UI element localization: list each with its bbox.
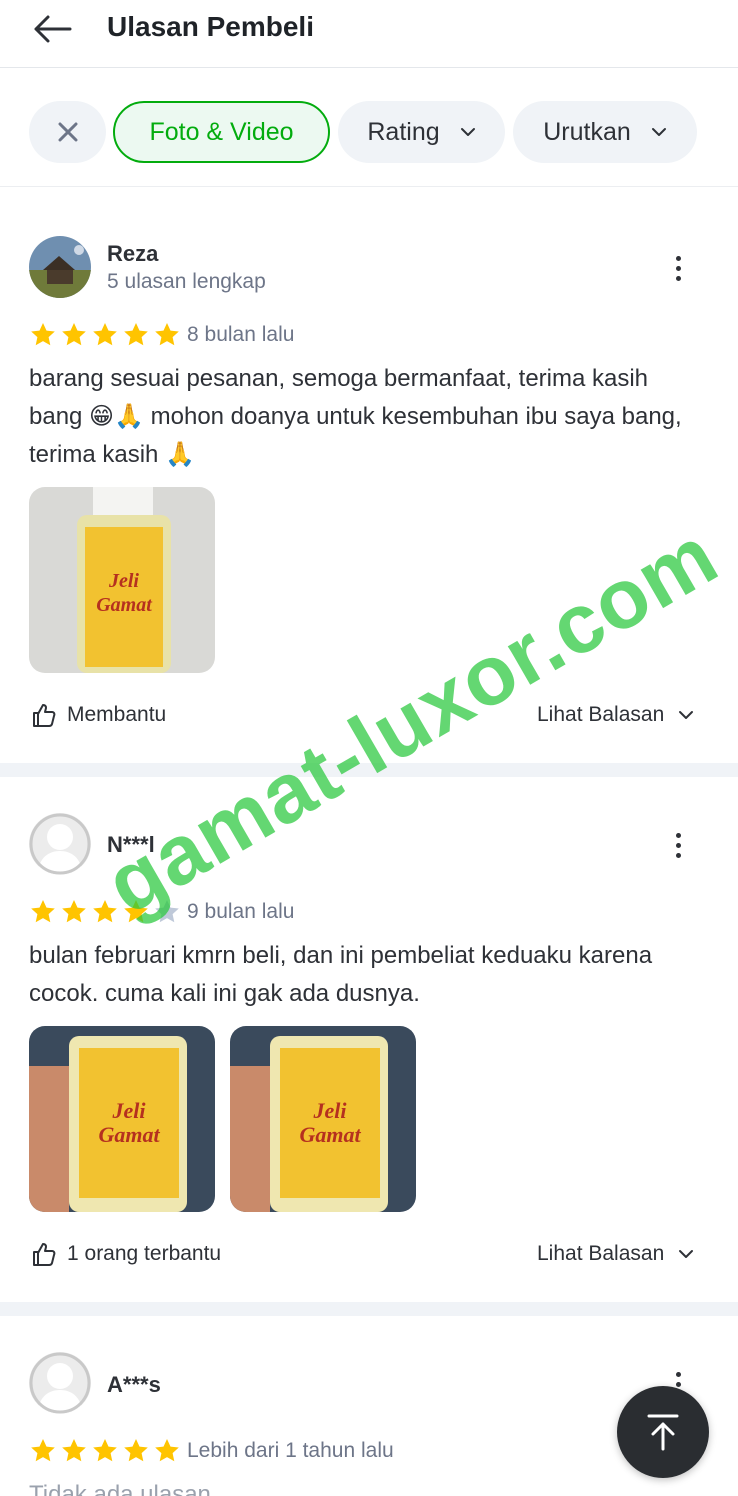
star-filled-icon: [124, 1439, 148, 1462]
review-text: bulan februari kmrn beli, dan ini pembel…: [29, 942, 653, 1007]
product-bottle-image: Jeli Gamat: [29, 487, 215, 673]
star-filled-icon: [31, 900, 55, 923]
star-filled-icon: [31, 323, 55, 346]
svg-text:Gamat: Gamat: [96, 594, 153, 616]
sort-label: Urutkan: [543, 117, 631, 146]
svg-text:Gamat: Gamat: [98, 1122, 160, 1147]
rating-filter-chip[interactable]: Rating: [338, 101, 505, 163]
close-icon: [58, 122, 77, 142]
top-app-bar: Ulasan Pembeli: [0, 0, 738, 68]
svg-text:Jeli: Jeli: [313, 1098, 348, 1123]
helpful-button[interactable]: Membantu: [31, 700, 166, 730]
review-time: Lebih dari 1 tahun lalu: [187, 1439, 394, 1462]
reviewer-name[interactable]: N***l: [107, 832, 155, 858]
avatar[interactable]: [29, 1352, 91, 1414]
star-filled-icon: [62, 1439, 86, 1462]
back-button[interactable]: [30, 10, 74, 48]
clear-filter-button[interactable]: [29, 101, 106, 163]
default-avatar-icon: [29, 1352, 91, 1414]
chevron-down-icon: [679, 711, 694, 719]
product-bottle-image: Jeli Gamat: [29, 1026, 215, 1212]
more-options-button[interactable]: [664, 827, 692, 863]
thumbs-up-icon: [33, 704, 56, 727]
view-replies-button[interactable]: Lihat Balasan: [537, 700, 694, 730]
review-photo[interactable]: Jeli Gamat: [230, 1026, 416, 1212]
helpful-label: Membantu: [67, 703, 167, 726]
chevron-down-icon: [651, 128, 666, 136]
star-filled-icon: [93, 900, 117, 923]
star-rating: [29, 898, 181, 926]
star-filled-icon: [31, 1439, 55, 1462]
sort-filter-chip[interactable]: Urutkan: [513, 101, 697, 163]
review-time: 9 bulan lalu: [187, 900, 295, 923]
avatar[interactable]: [29, 236, 91, 298]
svg-text:Jeli: Jeli: [112, 1098, 147, 1123]
review-text: Tidak ada ulasan: [29, 1481, 211, 1496]
view-replies-label: Lihat Balasan: [537, 703, 665, 726]
foto-video-filter-chip[interactable]: Foto & Video: [113, 101, 330, 163]
star-empty-icon: [155, 900, 179, 923]
helpful-label: 1 orang terbantu: [67, 1242, 222, 1265]
rating-label: Rating: [367, 117, 440, 146]
section-divider: [0, 763, 738, 777]
scroll-to-top-button[interactable]: [617, 1386, 709, 1478]
review-time: 8 bulan lalu: [187, 323, 295, 346]
avatar[interactable]: [29, 813, 91, 875]
star-filled-icon: [62, 323, 86, 346]
review-photo[interactable]: Jeli Gamat: [29, 487, 215, 673]
filter-bar: Foto & Video Rating Urutkan: [0, 69, 738, 187]
svg-text:Jeli: Jeli: [108, 570, 139, 592]
star-filled-icon: [124, 323, 148, 346]
star-filled-icon: [93, 323, 117, 346]
star-rating: [29, 1437, 181, 1465]
view-replies-label: Lihat Balasan: [537, 1242, 665, 1265]
svg-text:Gamat: Gamat: [299, 1122, 361, 1147]
review-photo[interactable]: Jeli Gamat: [29, 1026, 215, 1212]
section-divider: [0, 1302, 738, 1316]
more-options-button[interactable]: [664, 250, 692, 286]
arrow-up-icon: [647, 1414, 679, 1451]
foto-video-label: Foto & Video: [149, 117, 294, 146]
avatar-image: [29, 236, 91, 298]
helpful-button[interactable]: 1 orang terbantu: [31, 1239, 221, 1269]
review-card: Reza 5 ulasan lengkap 8 bulan lalu baran…: [0, 188, 738, 763]
reviewer-name[interactable]: Reza: [107, 241, 158, 267]
reviewer-name[interactable]: A***s: [107, 1372, 161, 1398]
star-filled-icon: [62, 900, 86, 923]
star-rating: [29, 321, 181, 349]
view-replies-button[interactable]: Lihat Balasan: [537, 1239, 694, 1269]
star-filled-icon: [155, 323, 179, 346]
page-title: Ulasan Pembeli: [107, 11, 314, 42]
review-text: barang sesuai pesanan, semoga bermanfaat…: [29, 365, 682, 468]
reviewer-review-count: 5 ulasan lengkap: [107, 270, 266, 293]
star-filled-icon: [124, 900, 148, 923]
chevron-down-icon: [460, 128, 475, 136]
star-filled-icon: [93, 1439, 117, 1462]
chevron-down-icon: [679, 1250, 694, 1258]
product-bottle-image: Jeli Gamat: [230, 1026, 416, 1212]
thumbs-up-icon: [33, 1243, 56, 1266]
star-filled-icon: [155, 1439, 179, 1462]
arrow-left-icon: [34, 15, 72, 43]
review-card: N***l 9 bulan lalu bulan februari kmrn b…: [0, 777, 738, 1302]
default-avatar-icon: [29, 813, 91, 875]
